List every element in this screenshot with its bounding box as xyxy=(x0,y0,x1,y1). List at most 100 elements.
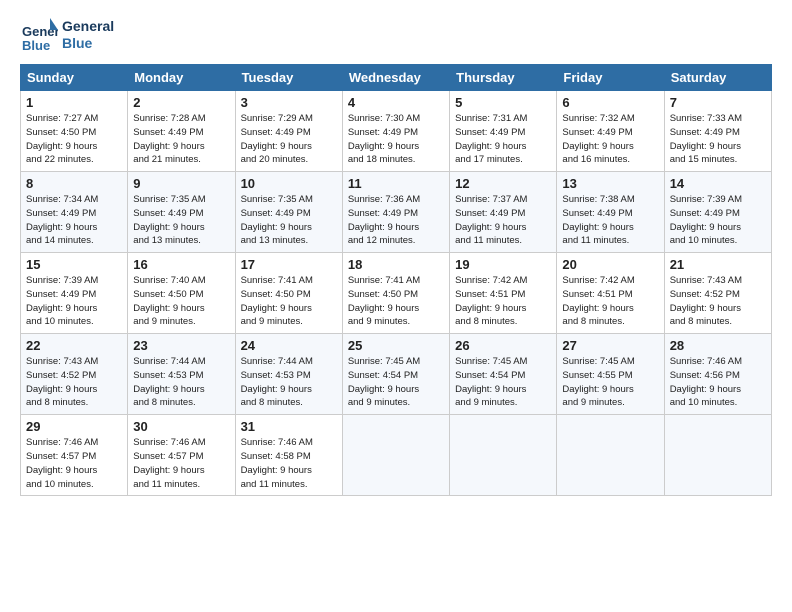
day-cell: 22 Sunrise: 7:43 AMSunset: 4:52 PMDayligh… xyxy=(21,334,128,415)
day-number: 4 xyxy=(348,95,444,110)
day-cell xyxy=(557,415,664,496)
day-cell: 4 Sunrise: 7:30 AMSunset: 4:49 PMDaylight… xyxy=(342,91,449,172)
day-cell xyxy=(664,415,771,496)
day-number: 29 xyxy=(26,419,122,434)
day-cell: 30 Sunrise: 7:46 AMSunset: 4:57 PMDayligh… xyxy=(128,415,235,496)
day-number: 3 xyxy=(241,95,337,110)
day-cell: 17 Sunrise: 7:41 AMSunset: 4:50 PMDayligh… xyxy=(235,253,342,334)
col-header-thursday: Thursday xyxy=(450,65,557,91)
day-number: 22 xyxy=(26,338,122,353)
day-detail: Sunrise: 7:40 AMSunset: 4:50 PMDaylight:… xyxy=(133,275,205,327)
day-detail: Sunrise: 7:27 AMSunset: 4:50 PMDaylight:… xyxy=(26,113,98,165)
day-cell: 27 Sunrise: 7:45 AMSunset: 4:55 PMDayligh… xyxy=(557,334,664,415)
day-detail: Sunrise: 7:34 AMSunset: 4:49 PMDaylight:… xyxy=(26,194,98,246)
day-number: 20 xyxy=(562,257,658,272)
day-detail: Sunrise: 7:28 AMSunset: 4:49 PMDaylight:… xyxy=(133,113,205,165)
day-cell: 20 Sunrise: 7:42 AMSunset: 4:51 PMDayligh… xyxy=(557,253,664,334)
day-number: 18 xyxy=(348,257,444,272)
week-row-5: 29 Sunrise: 7:46 AMSunset: 4:57 PMDayligh… xyxy=(21,415,772,496)
day-cell: 29Sunrise: 7:46 AMSunset: 4:57 PMDayligh… xyxy=(21,415,128,496)
week-row-4: 22 Sunrise: 7:43 AMSunset: 4:52 PMDayligh… xyxy=(21,334,772,415)
header: General Blue General Blue xyxy=(20,16,772,54)
day-detail: Sunrise: 7:43 AMSunset: 4:52 PMDaylight:… xyxy=(26,356,98,408)
day-number: 13 xyxy=(562,176,658,191)
day-detail: Sunrise: 7:39 AMSunset: 4:49 PMDaylight:… xyxy=(26,275,98,327)
day-number: 6 xyxy=(562,95,658,110)
logo-text-general: General xyxy=(62,18,114,35)
day-number: 30 xyxy=(133,419,229,434)
day-cell: 3 Sunrise: 7:29 AMSunset: 4:49 PMDaylight… xyxy=(235,91,342,172)
day-detail: Sunrise: 7:36 AMSunset: 4:49 PMDaylight:… xyxy=(348,194,420,246)
day-cell: 6 Sunrise: 7:32 AMSunset: 4:49 PMDaylight… xyxy=(557,91,664,172)
day-detail: Sunrise: 7:42 AMSunset: 4:51 PMDaylight:… xyxy=(562,275,634,327)
logo-text-blue: Blue xyxy=(62,35,114,52)
day-cell: 31Sunrise: 7:46 AMSunset: 4:58 PMDayligh… xyxy=(235,415,342,496)
day-cell: 9Sunrise: 7:35 AMSunset: 4:49 PMDaylight… xyxy=(128,172,235,253)
day-number: 7 xyxy=(670,95,766,110)
day-number: 12 xyxy=(455,176,551,191)
day-cell: 19Sunrise: 7:42 AMSunset: 4:51 PMDayligh… xyxy=(450,253,557,334)
logo-icon: General Blue xyxy=(20,16,58,54)
day-detail: Sunrise: 7:45 AMSunset: 4:55 PMDaylight:… xyxy=(562,356,634,408)
day-number: 27 xyxy=(562,338,658,353)
logo: General Blue General Blue xyxy=(20,16,114,54)
day-cell: 5Sunrise: 7:31 AMSunset: 4:49 PMDaylight… xyxy=(450,91,557,172)
day-number: 16 xyxy=(133,257,229,272)
day-detail: Sunrise: 7:33 AMSunset: 4:49 PMDaylight:… xyxy=(670,113,742,165)
day-cell: 16 Sunrise: 7:40 AMSunset: 4:50 PMDayligh… xyxy=(128,253,235,334)
day-number: 2 xyxy=(133,95,229,110)
week-row-1: 1 Sunrise: 7:27 AMSunset: 4:50 PMDaylight… xyxy=(21,91,772,172)
calendar-page: General Blue General Blue SundayMondayTu… xyxy=(0,0,792,506)
day-detail: Sunrise: 7:31 AMSunset: 4:49 PMDaylight:… xyxy=(455,113,527,165)
day-detail: Sunrise: 7:29 AMSunset: 4:49 PMDaylight:… xyxy=(241,113,313,165)
day-detail: Sunrise: 7:30 AMSunset: 4:49 PMDaylight:… xyxy=(348,113,420,165)
col-header-wednesday: Wednesday xyxy=(342,65,449,91)
day-detail: Sunrise: 7:46 AMSunset: 4:58 PMDaylight:… xyxy=(241,437,313,489)
day-number: 11 xyxy=(348,176,444,191)
day-cell: 12 Sunrise: 7:37 AMSunset: 4:49 PMDayligh… xyxy=(450,172,557,253)
day-detail: Sunrise: 7:44 AMSunset: 4:53 PMDaylight:… xyxy=(133,356,205,408)
day-detail: Sunrise: 7:35 AMSunset: 4:49 PMDaylight:… xyxy=(241,194,313,246)
day-detail: Sunrise: 7:45 AMSunset: 4:54 PMDaylight:… xyxy=(455,356,527,408)
day-number: 17 xyxy=(241,257,337,272)
day-cell: 11 Sunrise: 7:36 AMSunset: 4:49 PMDayligh… xyxy=(342,172,449,253)
day-number: 23 xyxy=(133,338,229,353)
day-detail: Sunrise: 7:38 AMSunset: 4:49 PMDaylight:… xyxy=(562,194,634,246)
day-cell: 28Sunrise: 7:46 AMSunset: 4:56 PMDayligh… xyxy=(664,334,771,415)
days-header-row: SundayMondayTuesdayWednesdayThursdayFrid… xyxy=(21,65,772,91)
day-number: 19 xyxy=(455,257,551,272)
day-detail: Sunrise: 7:46 AMSunset: 4:57 PMDaylight:… xyxy=(133,437,205,489)
day-cell: 13 Sunrise: 7:38 AMSunset: 4:49 PMDayligh… xyxy=(557,172,664,253)
day-number: 25 xyxy=(348,338,444,353)
day-detail: Sunrise: 7:43 AMSunset: 4:52 PMDaylight:… xyxy=(670,275,742,327)
day-cell: 15 Sunrise: 7:39 AMSunset: 4:49 PMDayligh… xyxy=(21,253,128,334)
day-cell: 1 Sunrise: 7:27 AMSunset: 4:50 PMDaylight… xyxy=(21,91,128,172)
day-cell: 10Sunrise: 7:35 AMSunset: 4:49 PMDayligh… xyxy=(235,172,342,253)
day-cell: 26 Sunrise: 7:45 AMSunset: 4:54 PMDayligh… xyxy=(450,334,557,415)
day-detail: Sunrise: 7:39 AMSunset: 4:49 PMDaylight:… xyxy=(670,194,742,246)
day-detail: Sunrise: 7:45 AMSunset: 4:54 PMDaylight:… xyxy=(348,356,420,408)
week-row-2: 8 Sunrise: 7:34 AMSunset: 4:49 PMDaylight… xyxy=(21,172,772,253)
col-header-tuesday: Tuesday xyxy=(235,65,342,91)
day-number: 8 xyxy=(26,176,122,191)
day-number: 15 xyxy=(26,257,122,272)
col-header-friday: Friday xyxy=(557,65,664,91)
day-number: 9 xyxy=(133,176,229,191)
day-number: 1 xyxy=(26,95,122,110)
day-detail: Sunrise: 7:41 AMSunset: 4:50 PMDaylight:… xyxy=(241,275,313,327)
day-cell: 24Sunrise: 7:44 AMSunset: 4:53 PMDayligh… xyxy=(235,334,342,415)
day-cell: 8 Sunrise: 7:34 AMSunset: 4:49 PMDaylight… xyxy=(21,172,128,253)
day-detail: Sunrise: 7:37 AMSunset: 4:49 PMDaylight:… xyxy=(455,194,527,246)
day-cell: 14Sunrise: 7:39 AMSunset: 4:49 PMDayligh… xyxy=(664,172,771,253)
col-header-saturday: Saturday xyxy=(664,65,771,91)
day-number: 26 xyxy=(455,338,551,353)
day-number: 21 xyxy=(670,257,766,272)
day-detail: Sunrise: 7:41 AMSunset: 4:50 PMDaylight:… xyxy=(348,275,420,327)
day-cell: 23 Sunrise: 7:44 AMSunset: 4:53 PMDayligh… xyxy=(128,334,235,415)
day-number: 24 xyxy=(241,338,337,353)
day-cell: 2 Sunrise: 7:28 AMSunset: 4:49 PMDaylight… xyxy=(128,91,235,172)
day-cell: 25 Sunrise: 7:45 AMSunset: 4:54 PMDayligh… xyxy=(342,334,449,415)
day-detail: Sunrise: 7:32 AMSunset: 4:49 PMDaylight:… xyxy=(562,113,634,165)
day-cell xyxy=(342,415,449,496)
calendar-table: SundayMondayTuesdayWednesdayThursdayFrid… xyxy=(20,64,772,496)
